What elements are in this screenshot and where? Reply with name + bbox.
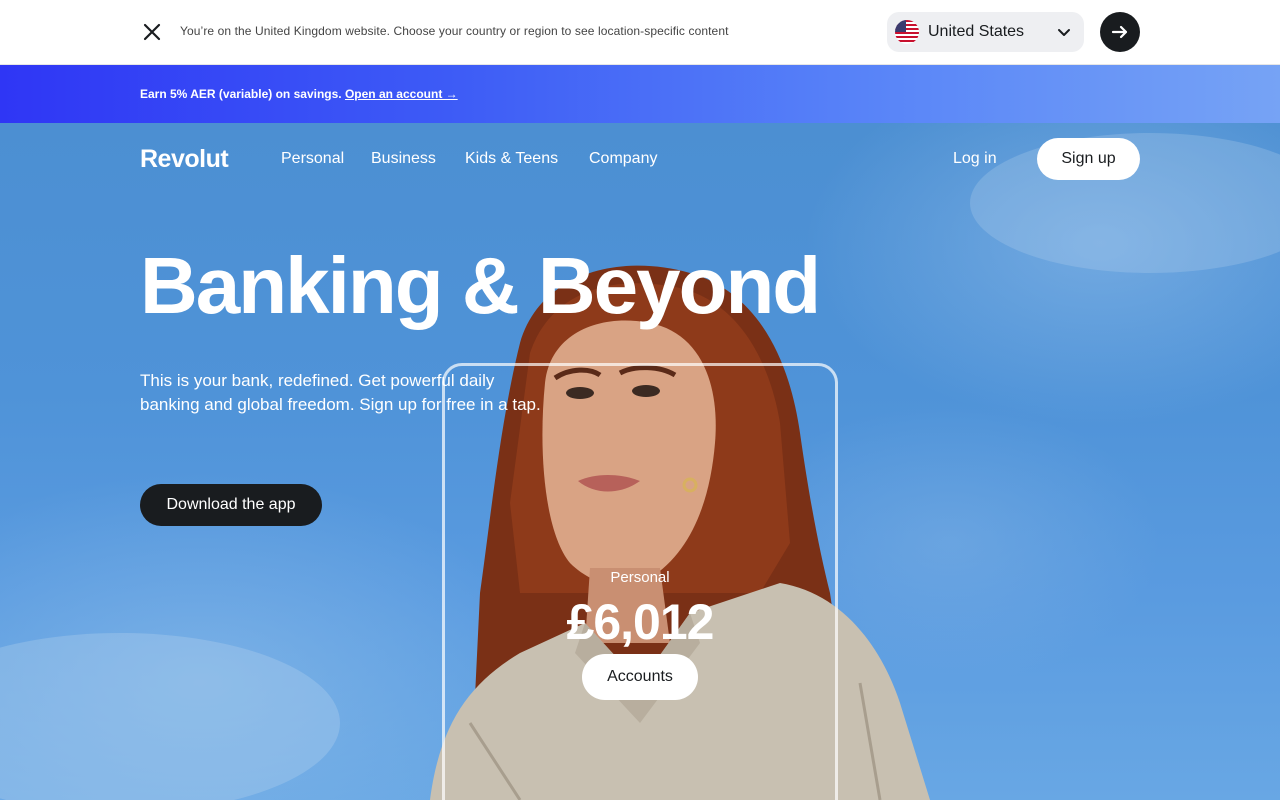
accounts-button[interactable]: Accounts xyxy=(582,654,698,700)
region-bar: You’re on the United Kingdom website. Ch… xyxy=(0,0,1280,65)
promo-text: Earn 5% AER (variable) on savings. Open … xyxy=(140,87,458,101)
nav-business[interactable]: Business xyxy=(371,150,436,168)
promo-message: Earn 5% AER (variable) on savings. xyxy=(140,87,345,101)
country-select[interactable]: United States xyxy=(887,12,1084,52)
nav-kids-teens[interactable]: Kids & Teens xyxy=(465,150,558,168)
hero-section: Revolut Personal Business Kids & Teens C… xyxy=(0,123,1280,800)
account-label: Personal xyxy=(610,569,670,586)
chevron-down-icon xyxy=(1056,24,1072,40)
login-link[interactable]: Log in xyxy=(953,150,997,168)
signup-button[interactable]: Sign up xyxy=(1037,138,1140,180)
country-select-label: United States xyxy=(928,23,1025,40)
download-app-button[interactable]: Download the app xyxy=(140,484,322,526)
open-account-link[interactable]: Open an account → xyxy=(345,87,458,101)
region-message: You’re on the United Kingdom website. Ch… xyxy=(180,24,729,38)
hero-headline: Banking & Beyond xyxy=(140,241,821,330)
us-flag-icon xyxy=(895,20,919,44)
revolut-logo[interactable]: Revolut xyxy=(140,145,229,174)
close-icon[interactable] xyxy=(140,20,164,44)
promo-banner: Earn 5% AER (variable) on savings. Open … xyxy=(0,65,1280,123)
arrow-right-icon[interactable] xyxy=(1100,12,1140,52)
nav-personal[interactable]: Personal xyxy=(281,150,344,168)
nav-company[interactable]: Company xyxy=(589,150,657,168)
account-balance: £6,012 xyxy=(566,594,715,650)
